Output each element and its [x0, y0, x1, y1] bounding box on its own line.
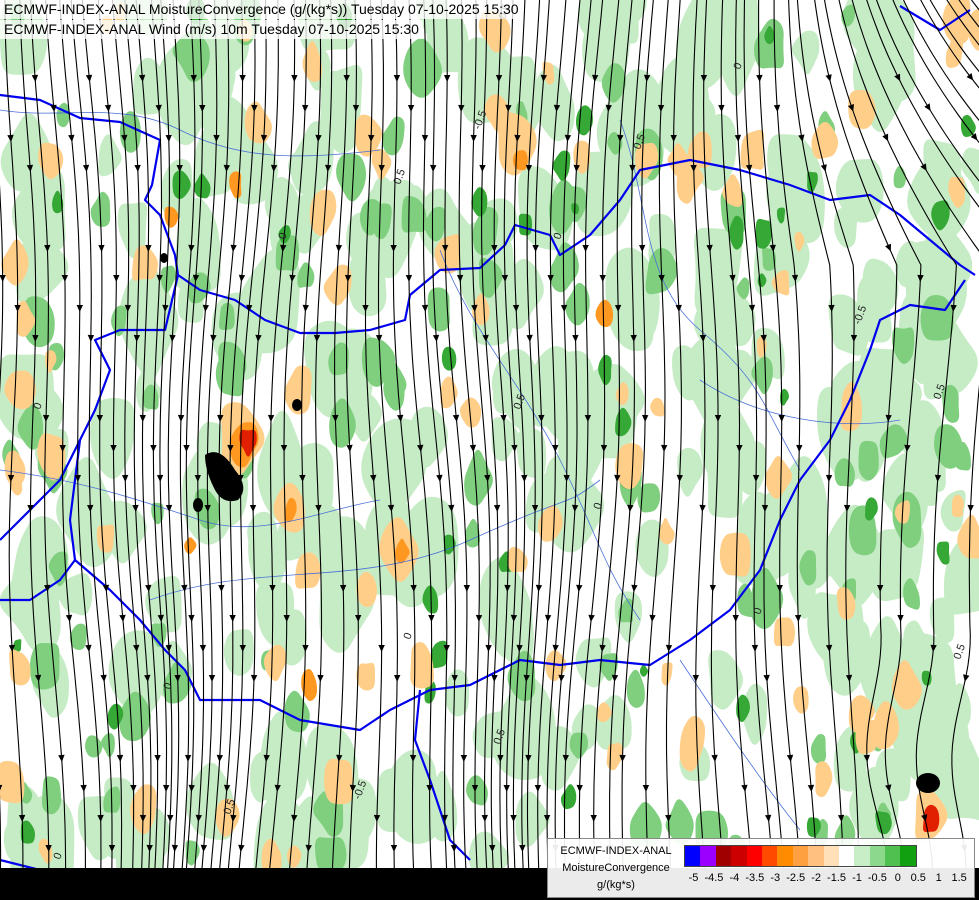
- field-feature: [512, 150, 528, 171]
- legend-tick-label: -0.5: [867, 872, 887, 884]
- legend-swatch: [869, 846, 886, 866]
- legend-swatch: [761, 846, 778, 866]
- legend-swatch: [777, 846, 793, 866]
- legend-swatch: [700, 846, 716, 866]
- legend-swatch: [792, 846, 809, 866]
- weather-map[interactable]: 00.5-0.500.500.50-0.50.500.500.500.50-0.…: [0, 0, 979, 900]
- legend-swatch: [838, 846, 855, 866]
- legend-tick-label: -2: [811, 872, 821, 884]
- divergence-weak-patch: [907, 732, 940, 781]
- legend-swatch: [731, 846, 747, 866]
- legend-tick-label: -4: [729, 872, 740, 884]
- title-moisture-convergence: ECMWF-INDEX-ANAL MoistureConvergence (g/…: [0, 0, 523, 19]
- legend-tick-label: -3.5: [745, 872, 765, 884]
- legend-tick-label: -1: [852, 872, 862, 884]
- legend-tick-label: 0: [894, 872, 901, 884]
- legend-swatch: [715, 846, 732, 866]
- legend-unit-label: g/(kg*s): [597, 879, 635, 891]
- convergence-weak-patch: [773, 617, 796, 647]
- legend-swatch: [746, 846, 762, 866]
- divergence-moderate-patch: [41, 776, 62, 815]
- legend-tick-label: -4.5: [704, 872, 724, 884]
- legend-swatch: [808, 846, 824, 866]
- title-wind: ECMWF-INDEX-ANAL Wind (m/s) 10m Tuesday …: [0, 20, 423, 39]
- convergence-core: [292, 399, 302, 411]
- convergence-core: [160, 253, 168, 263]
- legend-tick-labels: -5-4.5-4-3.5-3-2.5-2-1.5-1-0.500.511.52: [684, 872, 979, 888]
- legend-tick-label: -5: [688, 872, 699, 884]
- legend-variable-label: MoistureConvergence: [562, 862, 670, 874]
- legend-swatch: [854, 846, 870, 866]
- legend-tick-label: -2.5: [786, 872, 806, 884]
- legend-swatch: [900, 846, 916, 866]
- legend-tick-label: 0.5: [910, 872, 926, 884]
- field-feature: [518, 213, 533, 236]
- convergence-weak-patch: [96, 524, 115, 553]
- divergence-moderate-patch: [858, 440, 879, 481]
- legend-tick-label: 1.5: [951, 872, 967, 884]
- color-legend: ECMWF-INDEX-ANAL MoistureConvergence g/(…: [547, 838, 979, 898]
- divergence-moderate-patch: [920, 295, 954, 341]
- legend-swatch: [885, 846, 901, 866]
- map-viewer: 00.5-0.500.500.50-0.50.500.500.500.50-0.…: [0, 0, 979, 900]
- legend-tick-label: -3: [770, 872, 781, 884]
- legend-tick-label: 1: [935, 872, 942, 884]
- legend-model-label: ECMWF-INDEX-ANAL: [560, 845, 672, 857]
- convergence-weak-patch: [719, 532, 751, 577]
- legend-swatch: [823, 846, 839, 866]
- legend-tick-label: -1.5: [827, 872, 847, 884]
- legend-swatch: [685, 846, 701, 866]
- legend-color-scale: [684, 845, 917, 867]
